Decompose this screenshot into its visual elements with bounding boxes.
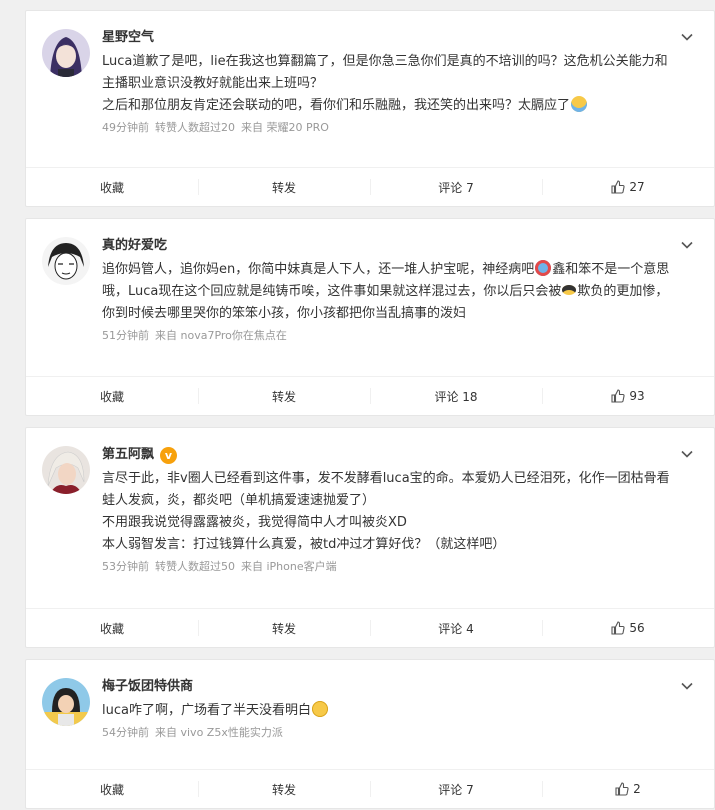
forward-button[interactable]: 转发	[198, 168, 370, 206]
username-text[interactable]: 真的好爱吃	[102, 236, 167, 256]
collect-button[interactable]: 收藏	[26, 609, 198, 647]
comment-meta: 51分钟前 来自 nova7Pro你在焦点在	[102, 328, 674, 344]
chevron-down-icon[interactable]	[680, 30, 694, 44]
comment-meta: 49分钟前 转赞人数超过20 来自 荣耀20 PRO	[102, 120, 674, 136]
comment-card: 梅子饭团特供商 luca咋了啊，广场看了半天没看明白 54分钟前 来自 vivo …	[25, 659, 715, 809]
forward-label: 转发	[271, 180, 296, 195]
username-text[interactable]: 星野空气	[102, 28, 154, 48]
forward-button[interactable]: 转发	[198, 609, 370, 647]
crying-emoji-icon	[571, 96, 588, 112]
like-count: 2	[633, 782, 641, 796]
source: 来自 荣耀20 PRO	[241, 121, 329, 134]
collect-label: 收藏	[99, 782, 124, 797]
comment-paragraph: luca咋了啊，广场看了半天没看明白	[102, 703, 311, 718]
collect-button[interactable]: 收藏	[26, 377, 198, 415]
thumbs-up-icon	[611, 389, 625, 403]
comment-text: Luca道歉了是吧，lie在我这也算翻篇了，但是你急三急你们是真的不培训的吗？这…	[102, 51, 674, 117]
timestamp: 49分钟前	[102, 121, 149, 134]
comment-paragraph: 之后和那位朋友肯定还会联动的吧，看你们和乐融融，我还笑的出来吗？太膈应了	[102, 98, 571, 113]
comment-paragraph: 言尽于此，非v圈人已经看到这件事，发不发酵看luca宝的命。本爱奶人已经泪死，化…	[102, 471, 670, 508]
forward-label: 转发	[271, 389, 296, 404]
chevron-down-icon[interactable]	[680, 679, 694, 693]
comment-meta: 54分钟前 来自 vivo Z5x性能实力派	[102, 725, 674, 741]
thumbs-up-icon	[611, 180, 625, 194]
collect-button[interactable]: 收藏	[26, 770, 198, 808]
forward-button[interactable]: 转发	[198, 377, 370, 415]
like-button[interactable]: 27	[542, 168, 714, 206]
comment-paragraph: 本人弱智发言：打过钱算什么真爱，被td冲过才算好伐？（就这样吧）	[102, 537, 506, 552]
chevron-down-icon[interactable]	[680, 238, 694, 252]
action-bar: 收藏 转发 评论 4 56	[26, 608, 714, 647]
like-count: 27	[629, 180, 645, 194]
comment-card: 第五阿飘 v 言尽于此，非v圈人已经看到这件事，发不发酵看luca宝的命。本爱奶人…	[25, 427, 715, 648]
comment-text: luca咋了啊，广场看了半天没看明白	[102, 700, 674, 722]
action-bar: 收藏 转发 评论 7 2	[26, 769, 714, 808]
collect-button[interactable]: 收藏	[26, 168, 198, 206]
action-bar: 收藏 转发 评论 7 27	[26, 167, 714, 206]
comment-label: 评论 4	[438, 621, 474, 636]
username[interactable]: 梅子饭团特供商	[102, 677, 674, 697]
comment-button[interactable]: 评论 7	[370, 168, 542, 206]
comment-paragraph: 追你妈管人，追你妈en，你简中妹真是人下人，还一堆人护宝呢，神经病吧	[102, 262, 535, 277]
sunglasses-emoji-icon	[562, 285, 577, 295]
comment-card: 真的好爱吃 追你妈管人，追你妈en，你简中妹真是人下人，还一堆人护宝呢，神经病吧…	[25, 218, 715, 416]
forward-button[interactable]: 转发	[198, 770, 370, 808]
collect-label: 收藏	[99, 180, 124, 195]
username[interactable]: 第五阿飘 v	[102, 445, 674, 465]
comment-paragraph: Luca道歉了是吧，lie在我这也算翻篇了，但是你急三急你们是真的不培训的吗？这…	[102, 54, 668, 91]
comment-card: 星野空气 Luca道歉了是吧，lie在我这也算翻篇了，但是你急三急你们是真的不培…	[25, 10, 715, 207]
confused-emoji-icon	[311, 701, 328, 717]
scream-emoji-icon	[535, 260, 552, 276]
source: 来自 vivo Z5x性能实力派	[155, 726, 283, 739]
forward-label: 转发	[271, 782, 296, 797]
forward-note: 转赞人数超过50	[155, 560, 235, 573]
timestamp: 54分钟前	[102, 726, 149, 739]
avatar[interactable]	[42, 446, 90, 494]
timestamp: 53分钟前	[102, 560, 149, 573]
chevron-down-icon[interactable]	[680, 447, 694, 461]
username[interactable]: 真的好爱吃	[102, 236, 674, 256]
username-text[interactable]: 梅子饭团特供商	[102, 677, 193, 697]
comment-label: 评论 7	[438, 782, 474, 797]
action-bar: 收藏 转发 评论 18 93	[26, 376, 714, 415]
timestamp: 51分钟前	[102, 329, 149, 342]
collect-label: 收藏	[99, 389, 124, 404]
like-button[interactable]: 93	[542, 377, 714, 415]
collect-label: 收藏	[99, 621, 124, 636]
source: 来自 nova7Pro你在焦点在	[155, 329, 287, 342]
thumbs-up-icon	[615, 782, 629, 796]
comment-paragraph: 不用跟我说觉得露露被炎，我觉得简中人才叫被炎XD	[102, 515, 407, 530]
forward-label: 转发	[271, 621, 296, 636]
comment-button[interactable]: 评论 4	[370, 609, 542, 647]
avatar[interactable]	[42, 237, 90, 285]
like-count: 56	[629, 621, 645, 635]
source: 来自 iPhone客户端	[241, 560, 337, 573]
thumbs-up-icon	[611, 621, 625, 635]
verified-badge-icon: v	[160, 446, 178, 464]
comment-meta: 53分钟前 转赞人数超过50 来自 iPhone客户端	[102, 559, 674, 575]
avatar[interactable]	[42, 678, 90, 726]
like-count: 93	[629, 389, 645, 403]
comment-feed: 星野空气 Luca道歉了是吧，lie在我这也算翻篇了，但是你急三急你们是真的不培…	[0, 0, 715, 810]
like-button[interactable]: 56	[542, 609, 714, 647]
comment-button[interactable]: 评论 18	[370, 377, 542, 415]
comment-label: 评论 7	[438, 180, 474, 195]
like-button[interactable]: 2	[542, 770, 714, 808]
username[interactable]: 星野空气	[102, 28, 674, 48]
comment-text: 言尽于此，非v圈人已经看到这件事，发不发酵看luca宝的命。本爱奶人已经泪死，化…	[102, 468, 674, 556]
avatar[interactable]	[42, 29, 90, 77]
comment-button[interactable]: 评论 7	[370, 770, 542, 808]
username-text[interactable]: 第五阿飘	[102, 445, 154, 465]
comment-label: 评论 18	[434, 389, 478, 404]
comment-text: 追你妈管人，追你妈en，你简中妹真是人下人，还一堆人护宝呢，神经病吧 鑫和笨不是一…	[102, 259, 674, 325]
forward-note: 转赞人数超过20	[155, 121, 235, 134]
